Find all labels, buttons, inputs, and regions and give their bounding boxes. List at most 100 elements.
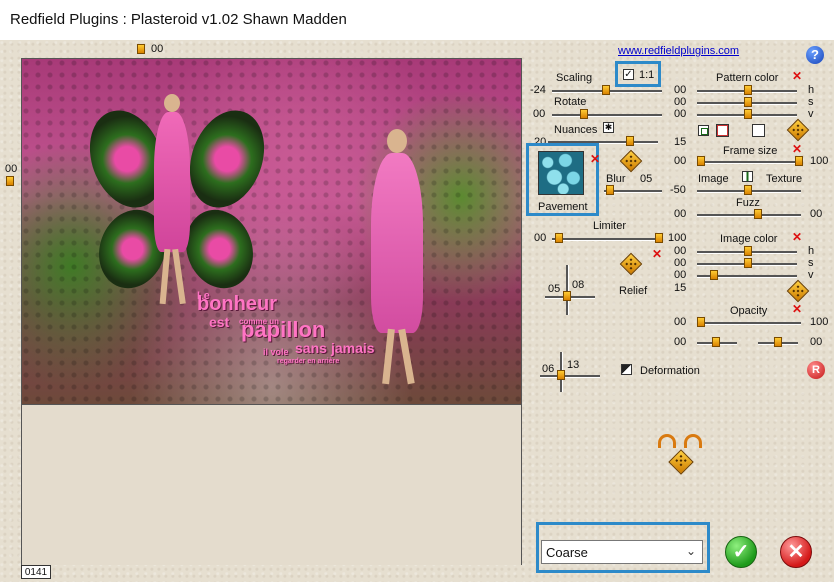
text-art-word: regarder en arrière bbox=[277, 358, 340, 365]
relief-value-right: 08 bbox=[572, 279, 585, 291]
blur-label: Blur bbox=[606, 173, 626, 185]
frame-size-handle-left[interactable] bbox=[697, 156, 705, 166]
one-to-one-checkbox[interactable]: ✓ bbox=[623, 69, 634, 80]
pattern-mode-1-checkbox[interactable] bbox=[698, 125, 709, 136]
text-art-word: est bbox=[209, 314, 230, 330]
deformation-value-left: 06 bbox=[542, 363, 555, 375]
image-v-handle[interactable] bbox=[710, 270, 718, 280]
image-h-handle[interactable] bbox=[744, 246, 752, 256]
frame-size-track[interactable] bbox=[697, 161, 801, 164]
scaling-slider-handle[interactable] bbox=[602, 85, 610, 95]
relief-clear-icon[interactable]: ✕ bbox=[652, 248, 662, 260]
image-h-value: 00 bbox=[674, 245, 687, 257]
image-s-handle[interactable] bbox=[744, 258, 752, 268]
fuzz-handle[interactable] bbox=[754, 209, 762, 219]
text-art-word: sans bbox=[295, 340, 327, 356]
pattern-v-value: 00 bbox=[674, 108, 687, 120]
fuzz-track[interactable] bbox=[697, 214, 801, 217]
pattern-v-handle[interactable] bbox=[744, 109, 752, 119]
cancel-button[interactable]: ✕ bbox=[780, 536, 812, 568]
pattern-s-value: 00 bbox=[674, 96, 687, 108]
image-s-label: s bbox=[808, 257, 814, 269]
opacity-clear-icon[interactable]: ✕ bbox=[792, 303, 802, 315]
opacity2-handle-left[interactable] bbox=[712, 337, 720, 347]
frame-counter: 0141 bbox=[21, 565, 51, 579]
frame-size-value-right: 100 bbox=[810, 155, 829, 167]
opacity2-handle-right[interactable] bbox=[774, 337, 782, 347]
title-bar: Redfield Plugins : Plasteroid v1.02 Shaw… bbox=[0, 0, 834, 41]
limiter-slider-track[interactable] bbox=[552, 238, 662, 241]
opacity2-value-left: 00 bbox=[674, 336, 687, 348]
pattern-v-label: v bbox=[808, 108, 814, 120]
frame-size-handle-right[interactable] bbox=[795, 156, 803, 166]
zoom-left-handle[interactable] bbox=[6, 176, 14, 186]
scaling-label: Scaling bbox=[556, 72, 593, 84]
pavement-texture-thumbnail[interactable] bbox=[538, 151, 584, 195]
preview-image[interactable]: Le bonheur est comme un papillon il vole… bbox=[21, 58, 522, 405]
pattern-s-label: s bbox=[808, 96, 814, 108]
relief-vertical-track[interactable] bbox=[566, 265, 569, 315]
limiter-slider-handle-left[interactable] bbox=[555, 233, 563, 243]
zoom-top-value: 00 bbox=[151, 43, 164, 55]
image-v-value: 00 bbox=[674, 269, 687, 281]
nuances-slider-handle[interactable] bbox=[626, 136, 634, 146]
ok-button[interactable]: ✓ bbox=[725, 536, 757, 568]
frame-size-clear-icon[interactable]: ✕ bbox=[792, 143, 802, 155]
text-art-word: jamais bbox=[331, 340, 375, 356]
relief-value-bottom: 15 bbox=[674, 282, 687, 294]
help-icon[interactable]: ? bbox=[806, 46, 824, 64]
blur-slider-handle[interactable] bbox=[606, 185, 614, 195]
text-art-word: bonheur bbox=[197, 293, 277, 315]
chevron-down-icon: ⌄ bbox=[686, 544, 697, 558]
relief-handle[interactable] bbox=[563, 291, 571, 301]
frame-size-label: Frame size bbox=[723, 145, 778, 157]
image-texture-value: -50 bbox=[670, 184, 686, 196]
limiter-value-left: 00 bbox=[534, 232, 547, 244]
rotate-slider-handle[interactable] bbox=[580, 109, 588, 119]
zoom-top-handle[interactable] bbox=[137, 44, 145, 54]
image-color-clear-icon[interactable]: ✕ bbox=[792, 231, 802, 243]
text-art: Le bonheur est comme un papillon il vole… bbox=[197, 289, 377, 369]
relief-value-left: 05 bbox=[548, 283, 561, 295]
pattern-color-clear-icon[interactable]: ✕ bbox=[792, 70, 802, 82]
undo-redo-arrows-icon[interactable] bbox=[656, 432, 706, 448]
pattern-h-label: h bbox=[808, 84, 815, 96]
opacity-handle[interactable] bbox=[697, 317, 705, 327]
pattern-h-handle[interactable] bbox=[744, 85, 752, 95]
relief-label: Relief bbox=[619, 285, 648, 297]
limiter-value-right: 100 bbox=[668, 232, 687, 244]
limiter-label: Limiter bbox=[593, 220, 627, 232]
image-h-label: h bbox=[808, 245, 815, 257]
rotate-slider-track[interactable] bbox=[552, 114, 662, 117]
image-v-label: v bbox=[808, 269, 814, 281]
reset-icon[interactable]: R bbox=[807, 361, 825, 379]
image-texture-handle[interactable] bbox=[744, 185, 752, 195]
rotate-label: Rotate bbox=[554, 96, 587, 108]
pattern-color-swatch-2[interactable] bbox=[752, 124, 765, 137]
pattern-color-swatch-1[interactable] bbox=[716, 124, 729, 137]
rotate-value: 00 bbox=[533, 108, 546, 120]
zoom-left-value: 00 bbox=[5, 163, 18, 175]
limiter-slider-handle-right[interactable] bbox=[655, 233, 663, 243]
image-texture-toggle[interactable] bbox=[742, 171, 753, 182]
pattern-color-label: Pattern color bbox=[716, 72, 779, 84]
frame-size-value-left: 00 bbox=[674, 155, 687, 167]
quality-select[interactable]: Coarse ⌄ bbox=[541, 540, 703, 564]
pavement-clear-icon[interactable]: ✕ bbox=[590, 153, 600, 165]
pattern-s-handle[interactable] bbox=[744, 97, 752, 107]
redfield-link[interactable]: www.redfieldplugins.com bbox=[618, 45, 739, 57]
one-to-one-label: 1:1 bbox=[639, 69, 655, 81]
quality-select-value: Coarse bbox=[546, 545, 588, 560]
fuzz-value-left: 00 bbox=[674, 208, 687, 220]
fuzz-label: Fuzz bbox=[736, 197, 760, 209]
deformation-label: Deformation bbox=[640, 365, 700, 377]
nuances-toggle[interactable]: ✱ bbox=[603, 122, 614, 133]
pavement-label: Pavement bbox=[538, 201, 588, 213]
deformation-handle[interactable] bbox=[557, 370, 565, 380]
deformation-checkbox[interactable] bbox=[621, 364, 632, 375]
scaling-value: -24 bbox=[530, 84, 546, 96]
opacity-track[interactable] bbox=[697, 322, 801, 325]
deformation-horizontal-track[interactable] bbox=[540, 375, 600, 378]
fuzz-value-right: 00 bbox=[810, 208, 823, 220]
opacity-value-left: 00 bbox=[674, 316, 687, 328]
